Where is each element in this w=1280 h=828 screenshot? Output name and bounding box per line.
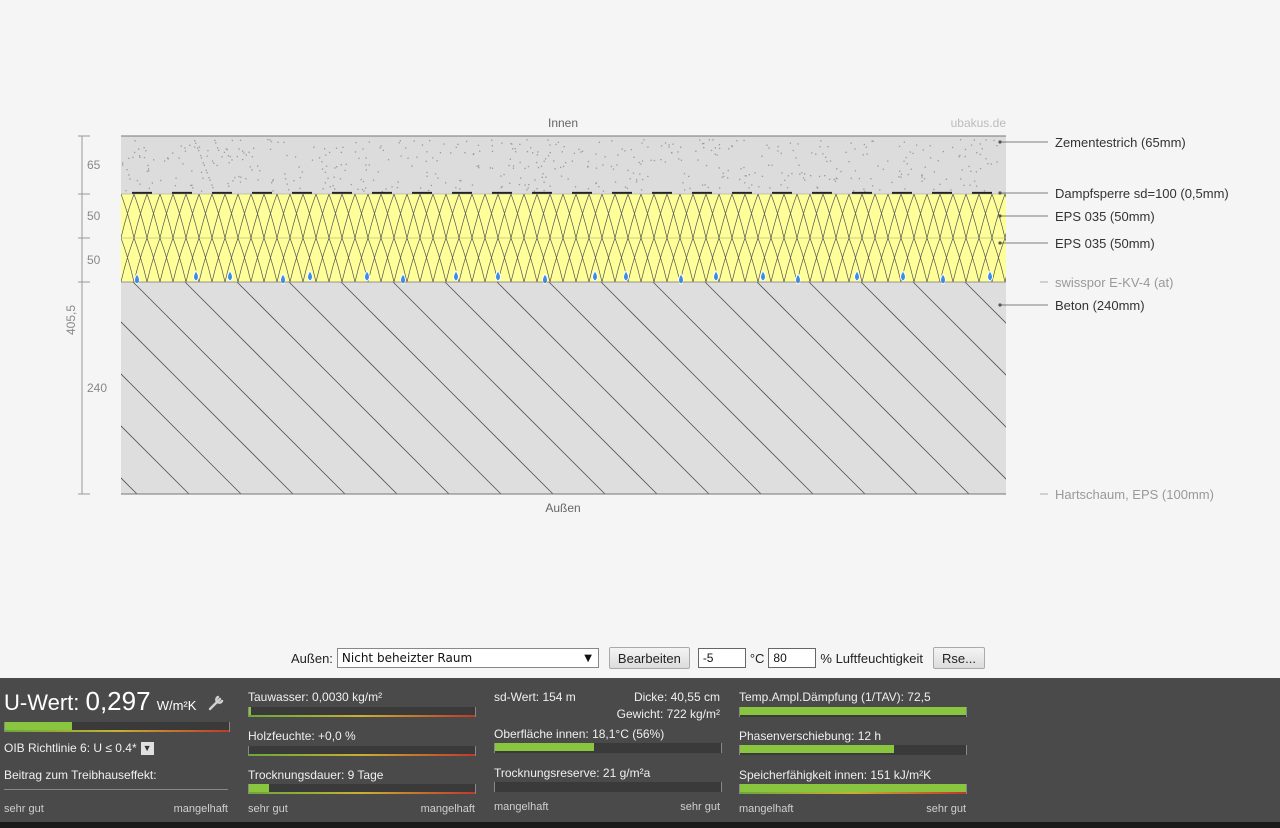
col3-scale-left: mangelhaft (494, 801, 549, 813)
results-panel: U-Wert: 0,297 W/m²K OIB Richtlinie 6: U … (0, 678, 1280, 828)
speicher-label: Speicherfähigkeit innen: 151 kJ/m²K (739, 768, 932, 782)
uwert-unit: W/m²K (156, 698, 197, 713)
panel-bottom-strip (0, 822, 1280, 828)
uwert-scale-right: mangelhaft (173, 803, 228, 815)
phase-label: Phasenverschiebung: 12 h (739, 729, 882, 743)
tauwasser-label: Tauwasser: 0,0030 kg/m² (248, 690, 383, 704)
gewicht-value: Gewicht: 722 kg/m² (616, 707, 720, 721)
dimension-scale (78, 135, 90, 495)
dicke-value: Dicke: 40,55 cm (633, 690, 720, 704)
humidity-input[interactable]: 80 (768, 648, 817, 668)
moisture-column: Tauwasser: 0,0030 kg/m² Holzfeuchte: +0,… (245, 678, 477, 822)
tav-bar-fill (740, 707, 966, 715)
triangle-down-icon[interactable]: ▼ (140, 742, 154, 756)
speicher-bar (739, 784, 967, 794)
tav-label: Temp.Ampl.Dämpfung (1/TAV): 72,5 (739, 690, 931, 704)
col2-scale-left: sehr gut (248, 803, 288, 815)
tauwasser-bar (248, 707, 476, 717)
inside-label: Innen (548, 116, 578, 130)
outside-condition-label: Außen: (291, 650, 333, 666)
rse-button[interactable]: Rse... (933, 647, 985, 669)
oberflaeche-bar (494, 743, 722, 753)
temperature-unit: °C (749, 650, 765, 666)
dimension-240: 240 (87, 381, 107, 395)
uwert-bar-fill (5, 722, 73, 730)
layer-label-concrete[interactable]: Beton (240mm) (1055, 298, 1145, 313)
col4-scale-right: sehr gut (926, 803, 966, 815)
wall-section-diagram: Innen Außen ubakus.de 65 50 50 240 405,5… (64, 116, 1229, 515)
greenhouse-label: Beitrag zum Treibhauseffekt: (4, 768, 157, 782)
total-thickness: 405,5 (64, 305, 78, 335)
tav-bar (739, 707, 967, 717)
layer-concrete[interactable] (121, 282, 1006, 494)
greenhouse-bar (4, 789, 228, 790)
outside-condition-select[interactable]: Nicht beheizter Raum ▼ (336, 648, 599, 668)
holzfeuchte-label: Holzfeuchte: +0,0 % (248, 729, 356, 743)
wrench-icon[interactable] (207, 694, 225, 712)
oib-text: OIB Richtlinie 6: U ≤ 0.4* (4, 741, 137, 755)
summer-column: Temp.Ampl.Dämpfung (1/TAV): 72,5 Phasenv… (736, 678, 968, 822)
layer-label-hartschaum[interactable]: Hartschaum, EPS (100mm) (1055, 487, 1214, 502)
outside-condition-value: Nicht beheizter Raum (341, 651, 473, 665)
uwert-bar (4, 722, 230, 732)
oberflaeche-bar-fill (495, 743, 595, 751)
layer-label-swisspor[interactable]: swisspor E-KV-4 (at) (1055, 275, 1173, 290)
trocknungsreserve-label: Trocknungsreserve: 21 g/m²a (494, 766, 651, 780)
oberflaeche-label: Oberfläche innen: 18,1°C (56%) (494, 727, 665, 741)
col3-scale-right: sehr gut (680, 801, 720, 813)
oib-requirement[interactable]: OIB Richtlinie 6: U ≤ 0.4* ▼ (4, 741, 154, 756)
uwert-column: U-Wert: 0,297 W/m²K OIB Richtlinie 6: U … (0, 678, 240, 822)
uwert-prefix: U-Wert: (4, 690, 80, 715)
sd-value: sd-Wert: 154 m (494, 690, 576, 704)
temperature-input[interactable]: -5 (697, 648, 746, 668)
outside-label: Außen (545, 501, 580, 515)
phase-bar (739, 745, 967, 755)
layer-label-eps-2[interactable]: EPS 035 (50mm) (1055, 236, 1155, 251)
trocknungsdauer-label: Trocknungsdauer: 9 Tage (248, 768, 384, 782)
trocknungsdauer-bar-fill (249, 784, 270, 792)
col4-scale-left: mangelhaft (739, 803, 794, 815)
holzfeuchte-bar (248, 746, 476, 756)
phase-bar-fill (740, 745, 894, 753)
boundary-conditions-bar: Außen: Nicht beheizter Raum ▼ Bearbeiten… (0, 644, 1280, 672)
humidity-unit: % Luftfeuchtigkeit (820, 650, 924, 666)
uwert-value: 0,297 (85, 686, 151, 716)
layer-label-screed[interactable]: Zementestrich (65mm) (1055, 135, 1186, 150)
vapor-column: sd-Wert: 154 m Dicke: 40,55 cm Gewicht: … (490, 678, 722, 822)
layer-label-vapor[interactable]: Dampfsperre sd=100 (0,5mm) (1055, 186, 1229, 201)
layer-label-eps-1[interactable]: EPS 035 (50mm) (1055, 209, 1155, 224)
speicher-bar-fill (740, 784, 966, 792)
dimension-65: 65 (87, 158, 101, 172)
dimension-50a: 50 (87, 209, 101, 223)
tauwasser-bar-fill (249, 707, 252, 715)
col2-scale-right: mangelhaft (420, 803, 475, 815)
trocknungsdauer-bar (248, 784, 476, 794)
trocknungsreserve-bar (494, 782, 722, 792)
chevron-down-icon: ▼ (584, 652, 592, 664)
uwert-scale-left: sehr gut (4, 803, 44, 815)
dimension-50b: 50 (87, 253, 101, 267)
edit-button[interactable]: Bearbeiten (608, 647, 690, 669)
uwert-heading: U-Wert: 0,297 W/m²K (4, 686, 196, 717)
watermark: ubakus.de (951, 116, 1007, 130)
